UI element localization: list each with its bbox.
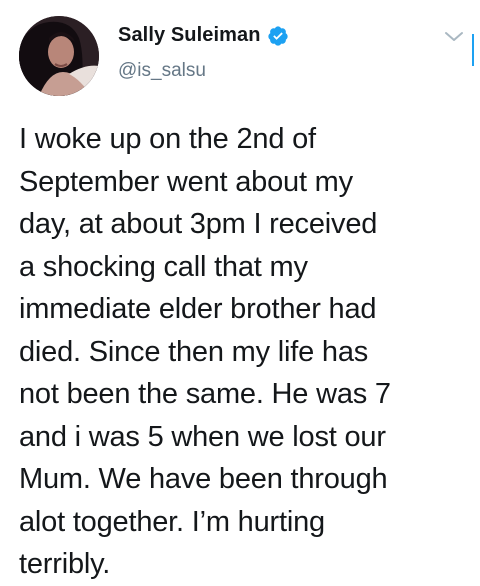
tweet-text: I woke up on the 2nd of September went a…	[19, 123, 391, 580]
author-header: Sally Suleiman	[118, 24, 289, 47]
verified-badge-icon	[267, 25, 289, 47]
display-name[interactable]: Sally Suleiman	[118, 24, 261, 47]
author-handle[interactable]: @is_salsu	[118, 60, 206, 82]
tweet-card: Sally Suleiman @is_salsu I woke up on th…	[0, 0, 480, 582]
avatar[interactable]	[19, 16, 99, 96]
chevron-down-icon[interactable]	[443, 30, 465, 44]
avatar-photo	[19, 16, 99, 96]
scroll-indicator	[472, 34, 474, 66]
